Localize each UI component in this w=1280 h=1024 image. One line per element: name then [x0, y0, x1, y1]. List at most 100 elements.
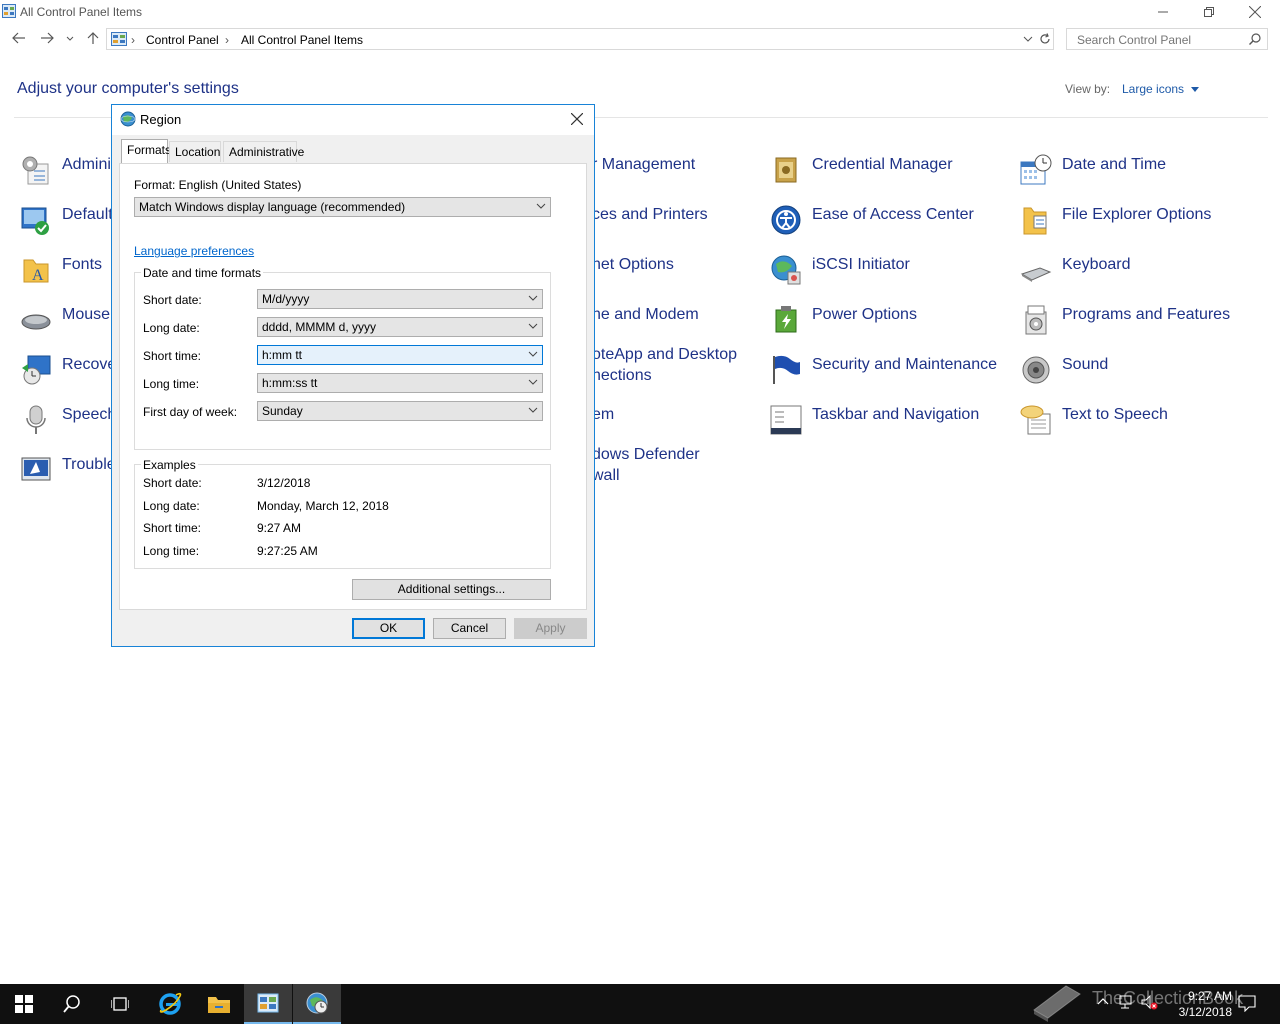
iscsi-initiator-icon [771, 255, 801, 285]
example-long-date-label: Long date: [143, 499, 200, 513]
task-view-icon [111, 997, 129, 1011]
long-date-label: Long date: [143, 321, 200, 335]
volume-muted-icon[interactable] [1141, 994, 1159, 1010]
dialog-close-button[interactable] [562, 107, 592, 131]
format-dropdown[interactable]: Match Windows display language (recommen… [134, 197, 551, 217]
recent-locations-button[interactable] [63, 31, 77, 49]
up-button[interactable] [84, 31, 102, 49]
search-input[interactable] [1075, 32, 1249, 48]
search-icon [63, 995, 80, 1013]
globe-clock-icon [306, 992, 328, 1014]
security-maintenance-icon [773, 355, 800, 384]
dialog-title: Region [140, 112, 182, 127]
internet-explorer-button[interactable] [146, 984, 194, 1024]
cancel-button[interactable]: Cancel [433, 618, 506, 639]
breadcrumb-control-panel[interactable]: Control Panel [146, 33, 219, 47]
date-time-icon [1020, 154, 1052, 185]
caret-down-icon [1191, 86, 1200, 92]
file-explorer-options-icon [1023, 207, 1047, 235]
chevron-down-icon [528, 323, 538, 329]
search-box[interactable] [1066, 28, 1268, 50]
network-icon[interactable] [1119, 994, 1135, 1010]
credential-manager-icon [775, 157, 797, 183]
apply-button[interactable]: Apply [514, 618, 587, 639]
file-explorer-button[interactable] [195, 984, 243, 1024]
clock-date: 3/12/2018 [1178, 1005, 1232, 1019]
clock-time: 9:27 AM [1187, 989, 1232, 1003]
close-button[interactable] [1232, 0, 1278, 24]
example-long-time-value: 9:27:25 AM [257, 544, 318, 558]
cp-item-label-line2: nections [592, 367, 652, 384]
dialog-title-bar [112, 105, 594, 135]
control-panel-icon [111, 32, 127, 46]
tab-location[interactable]: Location [169, 141, 221, 162]
tab-administrative[interactable]: Administrative [223, 141, 304, 162]
fonts-icon: A [23, 259, 49, 284]
cp-item-label: Date and Time [1062, 156, 1167, 173]
address-bar[interactable]: › Control Panel › All Control Panel Item… [106, 28, 1054, 50]
control-panel-icon [257, 993, 279, 1013]
additional-settings-button[interactable]: Additional settings... [352, 579, 551, 600]
power-options-icon [775, 306, 797, 333]
example-short-time-value: 9:27 AM [257, 521, 302, 535]
cp-item-label: ces and Printers [592, 206, 708, 223]
search-taskbar-button[interactable] [48, 984, 96, 1024]
cp-item-label: Ease of Access Center [812, 206, 974, 223]
restore-button[interactable] [1186, 0, 1232, 24]
folder-icon [208, 997, 230, 1013]
view-by-label: View by: [1065, 82, 1111, 96]
cp-item-label: Admini [62, 156, 111, 173]
control-panel-taskbar-button[interactable] [244, 984, 292, 1024]
chevron-up-icon[interactable] [1097, 996, 1109, 1008]
back-button[interactable] [10, 31, 28, 49]
cp-item-label: Speech [62, 406, 117, 423]
internet-explorer-icon [159, 992, 182, 1015]
start-button[interactable] [0, 984, 48, 1024]
page-title: Adjust your computer's settings [17, 80, 239, 97]
task-view-button[interactable] [96, 984, 144, 1024]
minimize-button[interactable] [1140, 0, 1186, 24]
chevron-down-icon [66, 36, 74, 41]
chevron-down-icon [528, 379, 538, 385]
breadcrumb-separator: › [225, 33, 229, 47]
system-clock[interactable]: 9:27 AM 3/12/2018 [1179, 988, 1232, 1020]
cp-item-label: oteApp and Desktop [592, 346, 737, 363]
notifications-icon[interactable] [1238, 994, 1256, 1012]
chevron-down-icon[interactable] [1023, 34, 1033, 44]
up-arrow-icon [87, 32, 99, 44]
navigation-bar: › Control Panel › All Control Panel Item… [0, 28, 1280, 52]
language-preferences-link[interactable]: Language preferences [134, 244, 254, 258]
cp-item-label: ne and Modem [592, 306, 699, 323]
cp-item-label: Taskbar and Navigation [812, 406, 980, 423]
example-short-date-value: 3/12/2018 [257, 476, 311, 490]
view-by-dropdown[interactable]: Large icons [1122, 82, 1200, 96]
cp-item-label: Recove [62, 356, 117, 373]
window-title-bar: All Control Panel Items [0, 0, 1280, 24]
long-date-dropdown[interactable]: dddd, MMMM d, yyyy [257, 317, 543, 337]
short-time-dropdown[interactable]: h:mm tt [257, 345, 543, 365]
long-time-value: h:mm:ss tt [262, 376, 318, 390]
long-time-dropdown[interactable]: h:mm:ss tt [257, 373, 543, 393]
speech-recognition-icon [26, 405, 46, 434]
administrative-tools-icon [22, 156, 49, 185]
forward-arrow-icon [41, 32, 54, 44]
cp-item-label: Text to Speech [1062, 406, 1168, 423]
cp-item-label: Sound [1062, 356, 1109, 373]
close-icon [570, 112, 584, 126]
cp-item-label: Trouble [62, 456, 116, 473]
keyboard-icon [1020, 267, 1052, 282]
first-day-of-week-dropdown[interactable]: Sunday [257, 401, 543, 421]
region-taskbar-button[interactable] [293, 984, 341, 1024]
ok-button[interactable]: OK [352, 618, 425, 639]
chevron-down-icon [528, 351, 538, 357]
refresh-icon[interactable] [1039, 33, 1051, 45]
forward-button[interactable] [38, 31, 56, 49]
region-dialog: Region Formats Location Administrative F… [111, 104, 595, 647]
tab-formats[interactable]: Formats [121, 139, 171, 163]
cp-item-label: Power Options [812, 306, 917, 323]
breadcrumb-all-items[interactable]: All Control Panel Items [241, 33, 363, 47]
chevron-down-icon [528, 295, 538, 301]
back-arrow-icon [12, 32, 25, 44]
short-date-dropdown[interactable]: M/d/yyyy [257, 289, 543, 309]
view-by-value: Large icons [1122, 82, 1185, 96]
